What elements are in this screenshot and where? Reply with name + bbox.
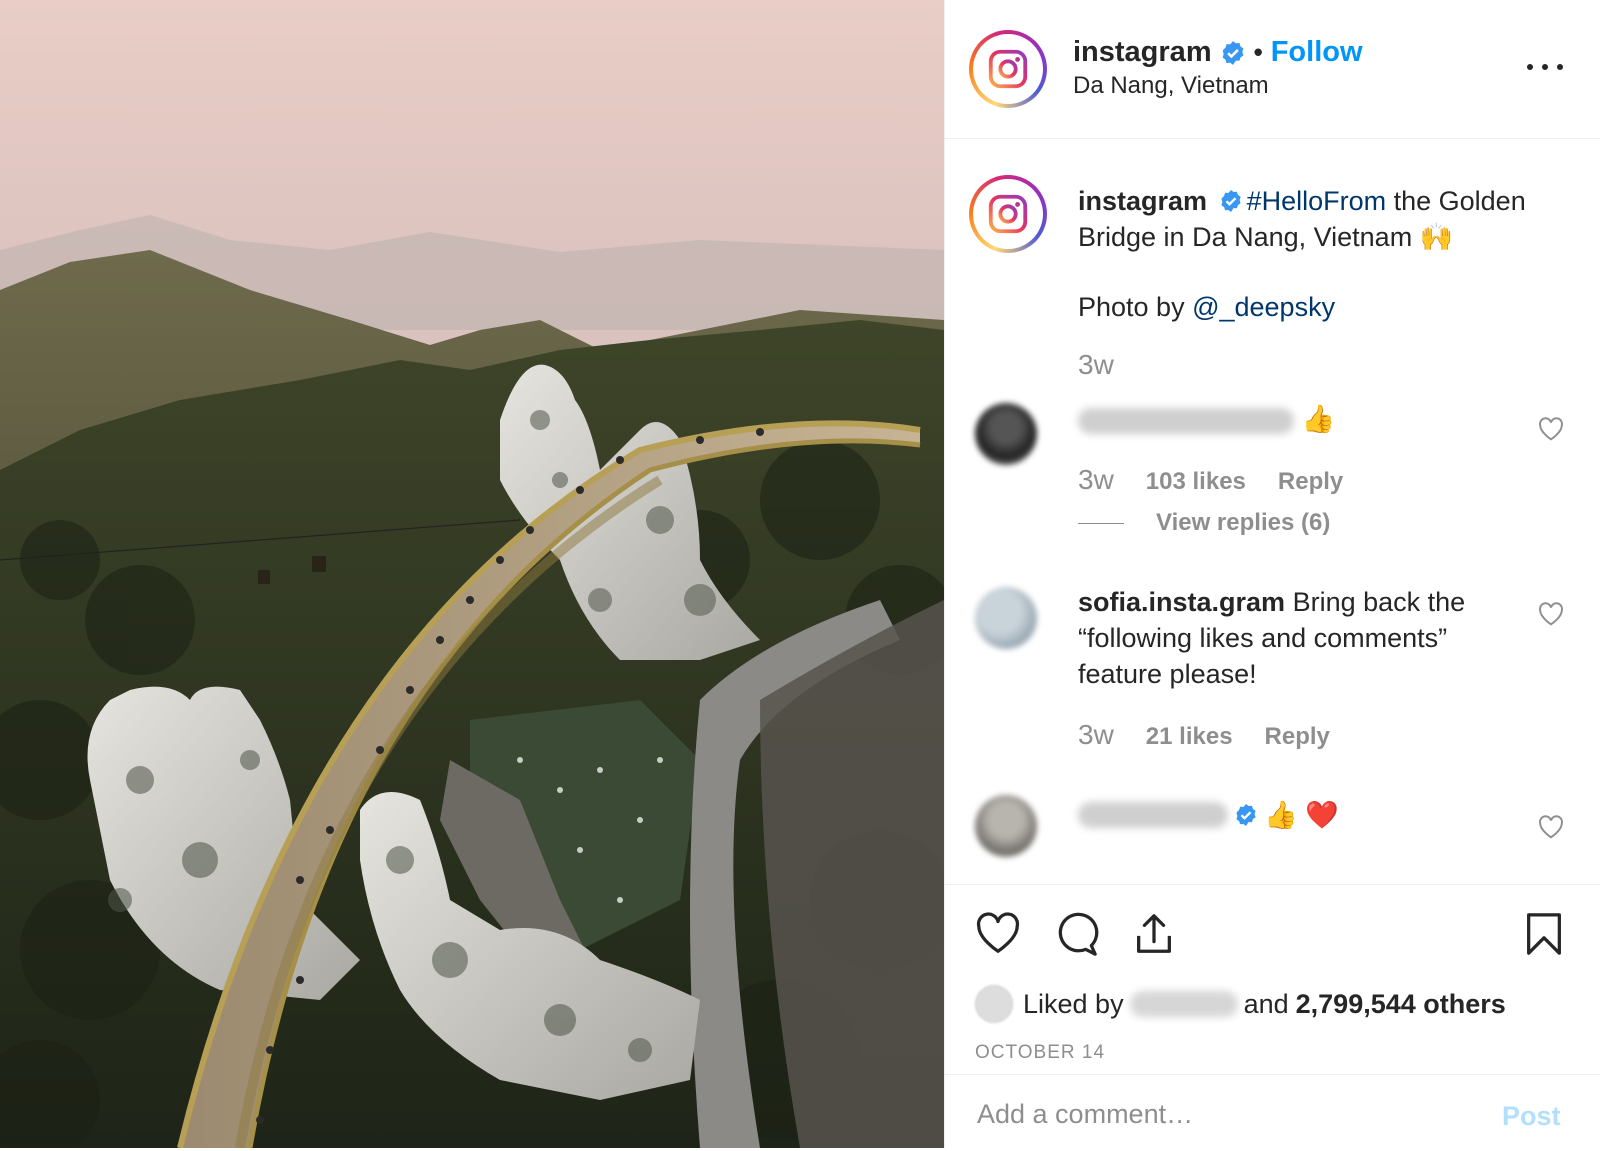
comments-section: instagram #HelloFrom the Golden Bridge i… bbox=[945, 139, 1600, 883]
comment-1-meta: 3w 103 likes Reply bbox=[1078, 464, 1343, 496]
comment-3-text: 👍 ❤️ bbox=[1264, 800, 1339, 830]
comment-likes[interactable]: 21 likes bbox=[1146, 723, 1233, 751]
add-comment-input[interactable] bbox=[975, 1091, 1459, 1137]
liker-avatar[interactable] bbox=[975, 985, 1013, 1023]
ellipsis-icon[interactable] bbox=[1527, 52, 1563, 82]
caption: instagram #HelloFrom the Golden Bridge i… bbox=[1078, 183, 1558, 325]
comment-2: sofia.insta.gram Bring back the “followi… bbox=[1078, 584, 1518, 692]
verified-badge-icon bbox=[1222, 40, 1244, 65]
header-username[interactable]: instagram bbox=[1073, 36, 1212, 69]
mention-link[interactable]: @_deepsky bbox=[1192, 292, 1335, 322]
comment-avatar[interactable] bbox=[975, 403, 1037, 465]
caption-time[interactable]: 3w bbox=[1078, 349, 1114, 380]
post-comment-button[interactable]: Post bbox=[1502, 1101, 1561, 1132]
caption-avatar[interactable] bbox=[969, 175, 1047, 253]
reply-button[interactable]: Reply bbox=[1265, 723, 1330, 751]
comment-1: 👍 bbox=[1078, 403, 1335, 435]
instagram-post: instagram • Follow Da Nang, Vietnam inst… bbox=[0, 0, 1600, 1148]
blurred-username[interactable] bbox=[1078, 802, 1228, 828]
heart-icon[interactable] bbox=[975, 911, 1021, 957]
replies-divider bbox=[1078, 522, 1124, 524]
header-user-line: instagram • Follow bbox=[1073, 36, 1363, 69]
comment-time[interactable]: 3w bbox=[1078, 464, 1114, 496]
post-photo[interactable] bbox=[0, 0, 944, 1148]
golden-bridge-photo bbox=[0, 0, 944, 1148]
instagram-logo-icon bbox=[988, 49, 1028, 89]
liked-by-prefix: Liked by bbox=[1023, 988, 1124, 1019]
avatar[interactable] bbox=[969, 30, 1047, 108]
verified-badge-icon bbox=[1220, 190, 1241, 212]
comment-time[interactable]: 3w bbox=[1078, 719, 1114, 751]
location-link[interactable]: Da Nang, Vietnam bbox=[1073, 72, 1269, 100]
comment-avatar[interactable] bbox=[975, 587, 1037, 649]
blurred-username[interactable] bbox=[1078, 407, 1294, 434]
comment-like-heart-icon[interactable] bbox=[1538, 417, 1564, 441]
comment-2-meta: 3w 21 likes Reply bbox=[1078, 719, 1330, 751]
reply-button[interactable]: Reply bbox=[1278, 468, 1343, 496]
comment-username[interactable]: sofia.insta.gram bbox=[1078, 587, 1285, 617]
photo-credit-prefix: Photo by bbox=[1078, 292, 1193, 322]
follow-button[interactable]: Follow bbox=[1271, 36, 1363, 69]
post-header: instagram • Follow Da Nang, Vietnam bbox=[945, 0, 1600, 139]
comment-likes[interactable]: 103 likes bbox=[1146, 468, 1246, 496]
caption-username[interactable]: instagram bbox=[1078, 186, 1207, 216]
post-side-panel: instagram • Follow Da Nang, Vietnam inst… bbox=[944, 0, 1600, 1148]
comment-1-text: 👍 bbox=[1301, 404, 1336, 434]
add-comment-bar: Post bbox=[945, 1074, 1600, 1151]
post-date[interactable]: OCTOBER 14 bbox=[975, 1042, 1105, 1064]
blurred-username[interactable] bbox=[1129, 991, 1238, 1017]
verified-badge-icon bbox=[1236, 804, 1256, 826]
liked-by-and: and bbox=[1243, 988, 1289, 1019]
likes-count[interactable]: 2,799,544 others bbox=[1296, 989, 1506, 1020]
comment-like-heart-icon[interactable] bbox=[1538, 815, 1564, 839]
share-icon[interactable] bbox=[1131, 911, 1177, 957]
hashtag-link[interactable]: #HelloFrom bbox=[1247, 186, 1387, 216]
liked-by: Liked by and 2,799,544 others bbox=[975, 985, 1506, 1023]
bookmark-icon[interactable] bbox=[1521, 911, 1567, 957]
view-replies-label[interactable]: View replies (6) bbox=[1156, 509, 1330, 537]
comment-icon[interactable] bbox=[1053, 911, 1099, 957]
comment-avatar[interactable] bbox=[975, 795, 1037, 857]
instagram-logo-icon bbox=[988, 194, 1028, 234]
post-actions: Liked by and 2,799,544 others OCTOBER 14… bbox=[945, 884, 1600, 1149]
header-separator: • bbox=[1253, 37, 1263, 67]
view-replies[interactable]: View replies (6) bbox=[1078, 509, 1330, 537]
comment-like-heart-icon[interactable] bbox=[1538, 602, 1564, 626]
comment-3: 👍 ❤️ bbox=[1078, 799, 1339, 831]
